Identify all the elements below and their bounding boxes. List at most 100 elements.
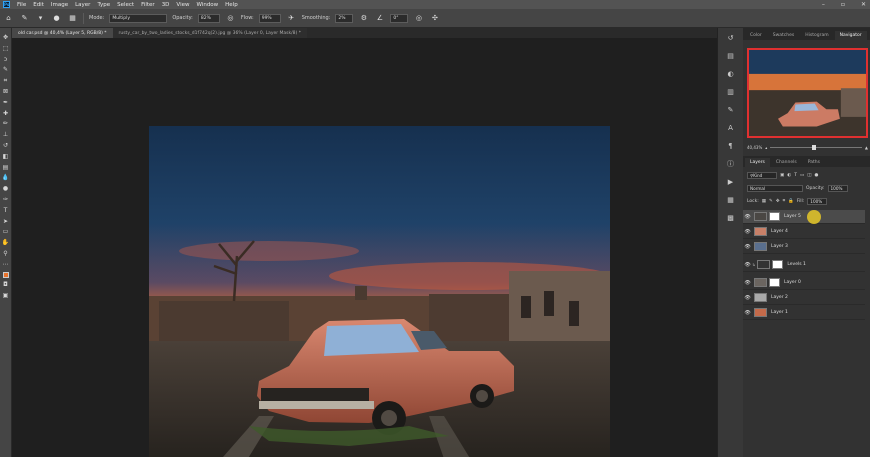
tab-channels[interactable]: Channels bbox=[771, 158, 802, 167]
brush-settings-icon[interactable]: ▦ bbox=[67, 13, 78, 24]
tab-layers[interactable]: Layers bbox=[745, 158, 770, 167]
character-panel-icon[interactable]: A bbox=[726, 124, 735, 133]
layer-thumbnail[interactable] bbox=[754, 308, 767, 317]
layer-thumbnail[interactable] bbox=[754, 293, 767, 302]
fill-field[interactable]: 100% bbox=[807, 197, 828, 205]
layer-name[interactable]: Layer 3 bbox=[771, 244, 788, 249]
menu-filter[interactable]: Filter bbox=[141, 2, 155, 8]
menu-edit[interactable]: Edit bbox=[33, 2, 44, 8]
shape-tool-icon[interactable]: ▭ bbox=[2, 228, 10, 236]
visibility-eye-icon[interactable]: 👁 bbox=[743, 280, 752, 286]
clone-stamp-tool-icon[interactable]: ⊥ bbox=[2, 131, 10, 139]
history-brush-tool-icon[interactable]: ↺ bbox=[2, 142, 10, 150]
layer-row-levels-1[interactable]: 👁 ↳ Levels 1 bbox=[743, 258, 865, 272]
lock-position-icon[interactable]: ✥ bbox=[776, 199, 780, 204]
paragraph-panel-icon[interactable]: ¶ bbox=[726, 142, 735, 151]
history-panel-icon[interactable]: ↺ bbox=[726, 34, 735, 43]
tab-old-car[interactable]: old car.psd @ 40,4% (Layer 5, RGB/8) * bbox=[12, 28, 113, 38]
visibility-eye-icon[interactable]: 👁 bbox=[743, 244, 752, 250]
foreground-color-swatch[interactable] bbox=[2, 271, 9, 278]
frame-tool-icon[interactable]: ⊠ bbox=[2, 88, 10, 96]
menu-help[interactable]: Help bbox=[225, 2, 238, 8]
properties-panel-icon[interactable]: ▤ bbox=[726, 52, 735, 61]
menu-file[interactable]: File bbox=[17, 2, 26, 8]
layer-row-layer-0[interactable]: 👁 Layer 0 bbox=[743, 276, 865, 290]
layer-name[interactable]: Layer 5 bbox=[784, 214, 801, 219]
screen-mode-icon[interactable]: ▣ bbox=[2, 292, 10, 300]
filter-type-icon[interactable]: T bbox=[794, 173, 797, 178]
mode-select[interactable]: Multiply bbox=[109, 13, 168, 23]
zoom-tool-icon[interactable]: ⚲ bbox=[2, 250, 10, 258]
zoom-value[interactable]: 40,43% bbox=[747, 145, 762, 150]
layer-mask-thumbnail[interactable] bbox=[769, 212, 780, 221]
info-panel-icon[interactable]: ⓘ bbox=[726, 160, 735, 169]
swatches-panel-icon[interactable]: ▦ bbox=[726, 196, 735, 205]
hand-tool-icon[interactable]: ✋ bbox=[2, 239, 10, 247]
layer-thumbnail[interactable] bbox=[754, 227, 767, 236]
zoom-slider[interactable] bbox=[770, 144, 862, 150]
menu-3d[interactable]: 3D bbox=[162, 2, 170, 8]
brush-size-icon[interactable]: ● bbox=[51, 13, 62, 24]
path-select-tool-icon[interactable]: ➤ bbox=[2, 218, 10, 226]
pen-tool-icon[interactable]: ✑ bbox=[2, 196, 10, 204]
lock-artboard-icon[interactable]: ⌗ bbox=[783, 198, 786, 204]
crop-tool-icon[interactable]: ⌗ bbox=[2, 77, 10, 85]
smoothing-field[interactable]: 2% bbox=[335, 13, 354, 23]
menu-type[interactable]: Type bbox=[97, 2, 110, 8]
zoom-out-icon[interactable]: ▴ bbox=[765, 145, 767, 150]
layer-row-layer-1[interactable]: 👁 Layer 1 bbox=[743, 306, 865, 320]
tab-paths[interactable]: Paths bbox=[803, 158, 825, 167]
move-tool-icon[interactable]: ✥ bbox=[2, 34, 10, 42]
eraser-tool-icon[interactable]: ◧ bbox=[2, 153, 10, 161]
pressure-opacity-icon[interactable]: ◎ bbox=[225, 13, 236, 24]
zoom-slider-thumb[interactable] bbox=[811, 144, 816, 150]
layer-thumbnail[interactable] bbox=[754, 242, 767, 251]
healing-brush-tool-icon[interactable]: ✚ bbox=[2, 110, 10, 118]
libraries-panel-icon[interactable]: ▥ bbox=[726, 88, 735, 97]
visibility-eye-icon[interactable]: 👁 bbox=[743, 262, 752, 268]
filter-smart-object-icon[interactable]: ◫ bbox=[807, 173, 811, 178]
layer-row-layer-2[interactable]: 👁 Layer 2 bbox=[743, 291, 865, 305]
menu-layer[interactable]: Layer bbox=[75, 2, 90, 8]
filter-adjustment-icon[interactable]: ◐ bbox=[787, 173, 791, 178]
actions-panel-icon[interactable]: ▶ bbox=[726, 178, 735, 187]
visibility-eye-icon[interactable]: 👁 bbox=[743, 295, 752, 301]
layer-name[interactable]: Layer 0 bbox=[784, 280, 801, 285]
menu-select[interactable]: Select bbox=[117, 2, 134, 8]
filter-toggle-icon[interactable]: ● bbox=[814, 173, 818, 178]
symmetry-icon[interactable]: ✣ bbox=[429, 13, 440, 24]
dodge-tool-icon[interactable]: ● bbox=[2, 185, 10, 193]
angle-field[interactable]: 0° bbox=[390, 13, 409, 23]
close-icon[interactable]: ✕ bbox=[861, 1, 866, 8]
menu-view[interactable]: View bbox=[176, 2, 189, 8]
menu-window[interactable]: Window bbox=[196, 2, 218, 8]
levels-adjustment-icon[interactable] bbox=[757, 260, 771, 269]
canvas-area[interactable] bbox=[12, 38, 717, 457]
lock-image-icon[interactable]: ✎ bbox=[769, 199, 773, 204]
layer-name[interactable]: Layer 2 bbox=[771, 295, 788, 300]
filter-kind-select[interactable]: ⚲ Kind bbox=[747, 171, 777, 179]
tab-swatches[interactable]: Swatches bbox=[768, 31, 800, 40]
tab-color[interactable]: Color bbox=[745, 31, 767, 40]
adjustments-panel-icon[interactable]: ◐ bbox=[726, 70, 735, 79]
gradient-tool-icon[interactable]: ▤ bbox=[2, 164, 10, 172]
blur-tool-icon[interactable]: 💧 bbox=[2, 174, 10, 182]
brush-tool-icon[interactable]: ✏ bbox=[2, 120, 10, 128]
styles-panel-icon[interactable]: ▩ bbox=[726, 214, 735, 223]
lock-transparent-icon[interactable]: ▦ bbox=[762, 199, 766, 204]
layer-mask-thumbnail[interactable] bbox=[769, 278, 780, 287]
document-image[interactable] bbox=[149, 126, 610, 457]
layer-mask-thumbnail[interactable] bbox=[772, 260, 784, 269]
home-icon[interactable]: ⌂ bbox=[3, 13, 14, 24]
layer-opacity-field[interactable]: 100% bbox=[827, 184, 848, 192]
opacity-field[interactable]: 82% bbox=[197, 13, 220, 23]
visibility-eye-icon[interactable]: 👁 bbox=[743, 310, 752, 316]
zoom-in-icon[interactable]: ▲ bbox=[865, 145, 868, 150]
tab-navigator[interactable]: Navigator bbox=[834, 31, 867, 40]
brush-panel-icon[interactable]: ✎ bbox=[726, 106, 735, 115]
quick-select-tool-icon[interactable]: ✎ bbox=[2, 66, 10, 74]
blend-mode-select[interactable]: Normal bbox=[747, 184, 803, 192]
layer-thumbnail[interactable] bbox=[754, 278, 767, 287]
eyedropper-tool-icon[interactable]: ✒ bbox=[2, 99, 10, 107]
pressure-size-icon[interactable]: ◎ bbox=[413, 13, 424, 24]
